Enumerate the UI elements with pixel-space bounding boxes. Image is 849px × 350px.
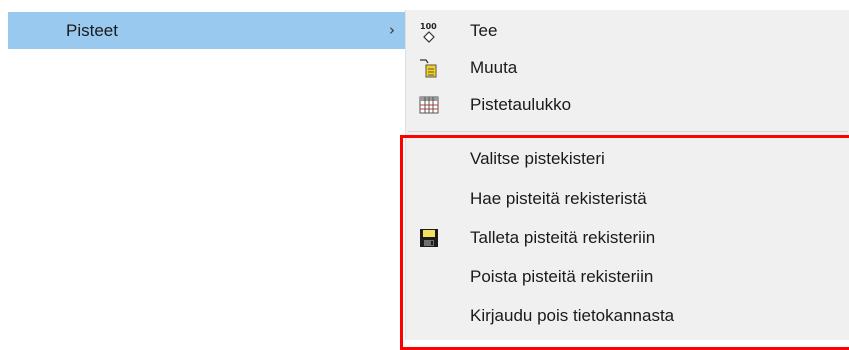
- submenu-item-muuta[interactable]: Muuta: [406, 51, 849, 85]
- submenu-item-poista-pisteita[interactable]: Poista pisteitä rekisteriin: [406, 260, 849, 294]
- submenu-item-label: Tee: [470, 21, 498, 40]
- svg-text:100: 100: [420, 22, 437, 31]
- submenu-item-hae-pisteita[interactable]: Hae pisteitä rekisteristä: [406, 182, 849, 216]
- submenu-item-label: Kirjaudu pois tietokannasta: [470, 306, 675, 325]
- submenu-item-label: Muuta: [470, 58, 518, 77]
- parent-menu: Pisteet ›: [0, 0, 405, 340]
- edit-points-icon: [419, 58, 439, 78]
- save-floppy-icon: [419, 228, 439, 248]
- submenu-item-label: Pistetaulukko: [470, 95, 572, 114]
- submenu-item-label: Poista pisteitä rekisteriin: [470, 267, 654, 286]
- submenu-item-talleta-pisteita[interactable]: Talleta pisteitä rekisteriin: [406, 221, 849, 255]
- submenu-item-label: Hae pisteitä rekisteristä: [470, 189, 647, 208]
- submenu-item-pistetaulukko[interactable]: Pistetaulukko: [406, 88, 849, 122]
- submenu-item-kirjaudu-pois[interactable]: Kirjaudu pois tietokannasta: [406, 299, 849, 333]
- table-icon: [419, 95, 439, 115]
- menu-separator: [408, 131, 848, 132]
- menu-item-pisteet-label: Pisteet: [66, 20, 118, 40]
- pisteet-submenu: 100 Tee Muuta Pistetaulukko Valitse pist…: [405, 10, 849, 340]
- submenu-item-tee[interactable]: 100 Tee: [406, 14, 849, 48]
- chevron-right-icon: ›: [389, 21, 395, 39]
- submenu-item-valitse-pistekisteri[interactable]: Valitse pistekisteri: [406, 142, 849, 176]
- submenu-item-label: Valitse pistekisteri: [470, 149, 605, 168]
- points-100-icon: 100: [419, 21, 439, 43]
- submenu-item-label: Talleta pisteitä rekisteriin: [470, 228, 656, 247]
- menu-item-pisteet[interactable]: Pisteet ›: [8, 12, 405, 49]
